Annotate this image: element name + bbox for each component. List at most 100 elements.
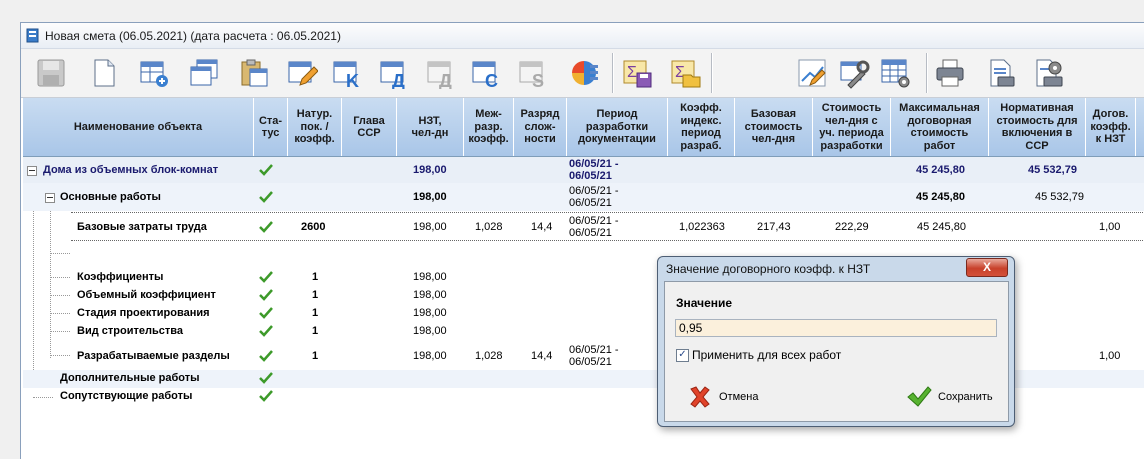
column-header-chapter[interactable]: Глава ССР bbox=[342, 98, 397, 156]
collapse-icon[interactable] bbox=[27, 166, 37, 176]
row-interrank: 1,028 bbox=[475, 350, 503, 362]
row-contract-coeff: 1,00 bbox=[1099, 221, 1121, 233]
title-bar[interactable]: Новая смета (06.05.2021) (дата расчета :… bbox=[21, 23, 1144, 49]
row-nzt: 198,00 bbox=[413, 221, 447, 233]
row-nzt: 198,00 bbox=[413, 307, 447, 319]
column-header-status[interactable]: Ста-тус bbox=[254, 98, 288, 156]
cancel-button[interactable]: Отмена bbox=[687, 382, 758, 412]
row-norm-cost: 45 532,79 bbox=[1035, 191, 1084, 203]
save-label: Сохранить bbox=[938, 391, 993, 403]
row-name: Разрабатываемые разделы bbox=[77, 350, 230, 362]
row-nzt: 198,00 bbox=[413, 325, 447, 337]
column-header-contract-coeff[interactable]: Догов. коэфф. к НЗТ bbox=[1086, 98, 1136, 156]
svg-text:S: S bbox=[532, 71, 544, 89]
column-header-natural[interactable]: Натур. пок. / коэфф. bbox=[288, 98, 342, 156]
value-input[interactable] bbox=[675, 319, 997, 337]
status-check-icon bbox=[259, 271, 273, 283]
table-k-icon[interactable]: K bbox=[331, 57, 363, 91]
column-header-max-cost[interactable]: Максимальная договорная стоимость работ bbox=[891, 98, 989, 156]
save-check-icon bbox=[907, 386, 932, 407]
toolbar: K Д Д C S Σ Σ bbox=[21, 49, 1144, 98]
row-natural: 1 bbox=[312, 307, 319, 319]
table-c-icon[interactable]: C bbox=[470, 57, 502, 91]
svg-text:Д: Д bbox=[392, 71, 405, 89]
column-header-complexity[interactable]: Разряд слож-ности bbox=[514, 98, 567, 156]
column-header-filler bbox=[1136, 98, 1144, 156]
print-preview-icon[interactable] bbox=[984, 57, 1016, 89]
row-period: 06/05/21 - 06/05/21 bbox=[569, 344, 619, 368]
table-e-icon[interactable]: Д bbox=[425, 57, 457, 91]
row-nzt: 198,00 bbox=[413, 271, 447, 283]
contract-coeff-dialog: Значение договорного коэфф. к НЗТ X Знач… bbox=[657, 256, 1015, 427]
dialog-close-button[interactable]: X bbox=[966, 258, 1008, 277]
row-base-cost: 217,43 bbox=[757, 221, 791, 233]
table-s-icon[interactable]: S bbox=[517, 57, 549, 91]
grid-header: Наименование объекта Ста-тус Натур. пок. … bbox=[23, 98, 1144, 157]
copy-window-icon[interactable] bbox=[188, 57, 220, 89]
row-max-cost: 45 245,80 bbox=[916, 191, 965, 203]
column-header-name[interactable]: Наименование объекта bbox=[23, 98, 254, 156]
column-header-interrank[interactable]: Меж-разр. коэфф. bbox=[464, 98, 514, 156]
paste-icon[interactable] bbox=[238, 57, 270, 89]
dialog-title: Значение договорного коэфф. к НЗТ bbox=[666, 262, 871, 276]
row-name: Стадия проектирования bbox=[77, 307, 210, 319]
row-natural: 1 bbox=[312, 271, 319, 283]
status-check-icon bbox=[259, 350, 273, 362]
row-natural: 1 bbox=[312, 289, 319, 301]
row-period: 06/05/21 - 06/05/21 bbox=[569, 158, 619, 182]
row-name: Вид строительства bbox=[77, 325, 183, 337]
row-name: Коэффициенты bbox=[77, 271, 164, 283]
column-header-index[interactable]: Коэфф. индекс. период разраб. bbox=[668, 98, 735, 156]
edit-table-icon[interactable] bbox=[286, 57, 319, 89]
dialog-body: Значение ✓ Применить для всех работ Отме… bbox=[664, 281, 1009, 422]
row-nzt: 198,00 bbox=[413, 164, 447, 176]
cube-icon[interactable] bbox=[568, 57, 600, 89]
column-header-nzt[interactable]: НЗТ, чел-дн bbox=[397, 98, 464, 156]
row-period: 06/05/21 - 06/05/21 bbox=[569, 215, 619, 239]
app-icon bbox=[26, 28, 39, 43]
add-table-icon[interactable] bbox=[138, 57, 170, 89]
row-period: 06/05/21 - 06/05/21 bbox=[569, 185, 619, 209]
apply-all-checkbox[interactable]: ✓ bbox=[676, 349, 689, 362]
table-row[interactable]: Дома из объемных блок-комнат 198,00 06/0… bbox=[23, 157, 1144, 183]
sum-save-icon[interactable]: Σ bbox=[621, 57, 653, 89]
row-index: 1,022363 bbox=[679, 221, 725, 233]
print-settings-icon[interactable] bbox=[1032, 57, 1064, 89]
sum-folder-icon[interactable]: Σ bbox=[669, 57, 701, 89]
save-button[interactable]: Сохранить bbox=[906, 382, 993, 412]
status-check-icon bbox=[259, 372, 273, 384]
new-document-icon[interactable] bbox=[88, 57, 120, 89]
print-icon[interactable] bbox=[934, 57, 966, 89]
row-name: Основные работы bbox=[60, 191, 161, 203]
row-natural: 1 bbox=[312, 350, 319, 362]
apply-all-label: Применить для всех работ bbox=[692, 348, 842, 362]
collapse-icon[interactable] bbox=[45, 193, 55, 203]
column-header-base-cost[interactable]: Базовая стоимость чел-дня bbox=[735, 98, 813, 156]
column-header-day-cost[interactable]: Стоимость чел-дня с уч. периода разработки bbox=[813, 98, 891, 156]
tools-icon[interactable] bbox=[838, 57, 870, 89]
row-max-cost: 45 245,80 bbox=[916, 164, 965, 176]
save-icon[interactable] bbox=[35, 57, 67, 89]
tree-line bbox=[50, 253, 70, 254]
row-name: Базовые затраты труда bbox=[77, 221, 207, 233]
grid-settings-icon[interactable] bbox=[879, 57, 911, 89]
column-header-period[interactable]: Период разработки документации bbox=[567, 98, 668, 156]
row-nzt: 198,00 bbox=[413, 289, 447, 301]
status-check-icon bbox=[259, 390, 273, 402]
chart-edit-icon[interactable] bbox=[796, 57, 828, 89]
svg-text:K: K bbox=[346, 71, 359, 89]
table-row[interactable]: Основные работы 198,00 06/05/21 - 06/05/… bbox=[23, 183, 1144, 211]
svg-text:C: C bbox=[485, 71, 498, 89]
svg-text:Д: Д bbox=[439, 71, 452, 89]
table-row-selected[interactable]: Базовые затраты труда 2600 198,00 1,028 … bbox=[71, 212, 1144, 241]
column-header-norm-cost[interactable]: Нормативная стоимость для включения в ССР bbox=[989, 98, 1086, 156]
table-d-icon[interactable]: Д bbox=[378, 57, 410, 91]
row-day-cost: 222,29 bbox=[835, 221, 869, 233]
row-contract-coeff: 1,00 bbox=[1099, 350, 1121, 362]
status-check-icon bbox=[259, 191, 273, 203]
row-complexity: 14,4 bbox=[531, 221, 553, 233]
row-interrank: 1,028 bbox=[475, 221, 503, 233]
status-check-icon bbox=[259, 325, 273, 337]
status-check-icon bbox=[259, 164, 273, 176]
toolbar-separator bbox=[711, 53, 713, 93]
